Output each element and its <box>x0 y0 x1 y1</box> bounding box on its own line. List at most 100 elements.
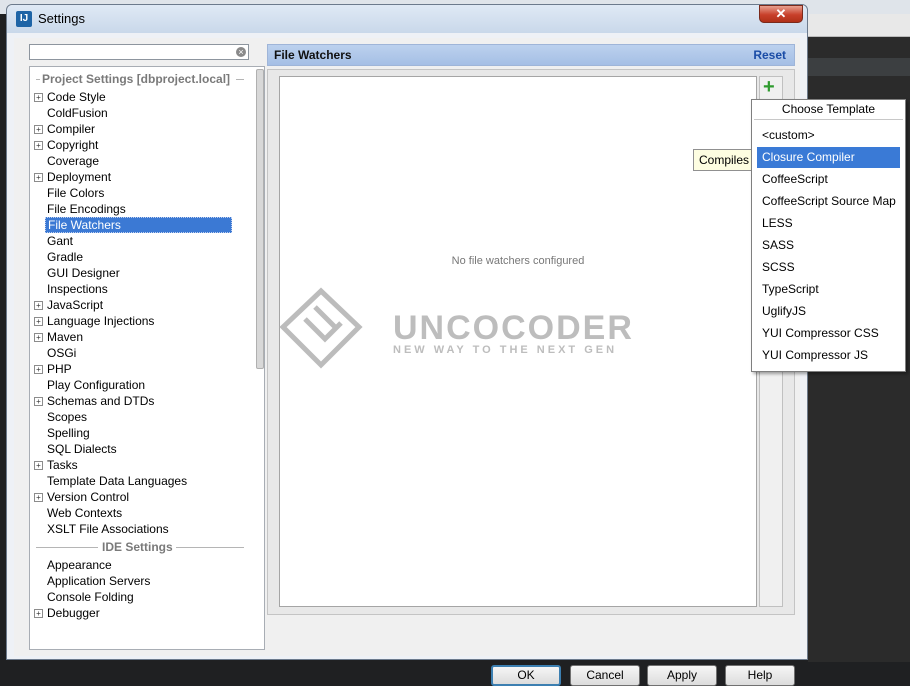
header-rule <box>236 79 244 80</box>
tree-item-spelling[interactable]: Spelling <box>30 425 252 441</box>
expand-plus-icon[interactable]: + <box>34 333 43 342</box>
reset-link[interactable]: Reset <box>753 48 786 62</box>
template-option-coffeescript[interactable]: CoffeeScript <box>757 169 900 190</box>
clear-search-icon[interactable]: × <box>236 47 246 57</box>
tree-item-coldfusion[interactable]: ColdFusion <box>30 105 252 121</box>
tree-item-file-watchers[interactable]: File Watchers <box>30 217 252 233</box>
settings-search-input[interactable]: × <box>29 44 249 60</box>
tree-item-scopes[interactable]: Scopes <box>30 409 252 425</box>
expand-plus-icon[interactable]: + <box>34 397 43 406</box>
expand-plus-icon[interactable]: + <box>34 493 43 502</box>
tree-item-label: GUI Designer <box>47 266 120 280</box>
template-option-yui-compressor-css[interactable]: YUI Compressor CSS <box>757 323 900 344</box>
tree-item-label: Copyright <box>47 138 99 152</box>
uncocoder-logo-icon <box>279 287 363 369</box>
template-option-sass[interactable]: SASS <box>757 235 900 256</box>
template-option-closure-compiler[interactable]: Closure Compiler <box>757 147 900 168</box>
tree-item-maven[interactable]: + Maven <box>30 329 252 345</box>
tree-item-copyright[interactable]: + Copyright <box>30 137 252 153</box>
header-rule <box>176 547 244 548</box>
tree-item-play-configuration[interactable]: Play Configuration <box>30 377 252 393</box>
background-editor-toolbar <box>808 58 910 76</box>
tree-item-inspections[interactable]: Inspections <box>30 281 252 297</box>
empty-state-text: No file watchers configured <box>451 255 585 267</box>
add-watcher-icon[interactable]: + <box>763 76 775 99</box>
tree-item-template-data-languages[interactable]: Template Data Languages <box>30 473 252 489</box>
template-option-uglifyjs[interactable]: UglifyJS <box>757 301 900 322</box>
tree-item-label: Template Data Languages <box>47 474 188 488</box>
panel-header: File Watchers Reset <box>267 44 795 66</box>
tree-item-web-contexts[interactable]: Web Contexts <box>30 505 252 521</box>
template-option-coffeescript-source-map[interactable]: CoffeeScript Source Map <box>757 191 900 212</box>
expand-plus-icon[interactable]: + <box>34 365 43 374</box>
tree-item-schemas-and-dtds[interactable]: + Schemas and DTDs <box>30 393 252 409</box>
ok-button[interactable]: OK <box>491 665 561 686</box>
tree-item-label: Appearance <box>47 558 112 572</box>
project-settings-header: Project Settings [dbproject.local] <box>36 72 244 86</box>
tree-item-version-control[interactable]: + Version Control <box>30 489 252 505</box>
tree-item-file-colors[interactable]: File Colors <box>30 185 252 201</box>
tree-item-compiler[interactable]: + Compiler <box>30 121 252 137</box>
choose-template-popup: Choose Template <custom> Closure Compiler… <box>751 99 906 372</box>
tree-item-appearance[interactable]: Appearance <box>30 557 252 573</box>
expand-plus-icon[interactable]: + <box>34 141 43 150</box>
template-option-yui-compressor-js[interactable]: YUI Compressor JS <box>757 345 900 366</box>
expand-plus-icon[interactable]: + <box>34 301 43 310</box>
tree-item-label: Console Folding <box>47 590 134 604</box>
panel-title: File Watchers <box>274 48 352 62</box>
cancel-button[interactable]: Cancel <box>570 665 640 686</box>
background-editor-tabbar <box>808 14 910 37</box>
tree-item-label: PHP <box>47 362 72 376</box>
tree-item-console-folding[interactable]: Console Folding <box>30 589 252 605</box>
tree-item-deployment[interactable]: + Deployment <box>30 169 252 185</box>
help-button[interactable]: Help <box>725 665 795 686</box>
expand-plus-icon[interactable]: + <box>34 317 43 326</box>
tree-item-label: Web Contexts <box>47 506 123 520</box>
tree-item-sql-dialects[interactable]: SQL Dialects <box>30 441 252 457</box>
tree-item-language-injections[interactable]: + Language Injections <box>30 313 252 329</box>
tree-item-application-servers[interactable]: Application Servers <box>30 573 252 589</box>
header-rule <box>36 547 98 548</box>
tree-item-gant[interactable]: Gant <box>30 233 252 249</box>
tree-item-file-encodings[interactable]: File Encodings <box>30 201 252 217</box>
tree-item-label: Tasks <box>47 458 78 472</box>
tree-item-debugger[interactable]: + Debugger <box>30 605 252 621</box>
template-option-custom[interactable]: <custom> <box>757 125 900 146</box>
expand-plus-icon[interactable]: + <box>34 461 43 470</box>
template-option-typescript[interactable]: TypeScript <box>757 279 900 300</box>
project-settings-label: Project Settings [dbproject.local] <box>40 72 233 86</box>
uncocoder-watermark: UNCOCODER NEW WAY TO THE NEXT GEN <box>279 287 632 369</box>
tree-item-javascript[interactable]: + JavaScript <box>30 297 252 313</box>
close-button[interactable]: ✕ <box>759 5 803 23</box>
expand-plus-icon[interactable]: + <box>34 125 43 134</box>
expand-plus-icon[interactable]: + <box>34 609 43 618</box>
tree-item-label: SQL Dialects <box>47 442 117 456</box>
tree-item-label: Inspections <box>47 282 108 296</box>
template-option-scss[interactable]: SCSS <box>757 257 900 278</box>
window-title: Settings <box>38 11 85 26</box>
tree-item-label: Scopes <box>47 410 88 424</box>
tree-item-label: File Encodings <box>47 202 126 216</box>
tree-item-gui-designer[interactable]: GUI Designer <box>30 265 252 281</box>
intellij-app-icon: IJ <box>16 11 32 27</box>
tree-item-code-style[interactable]: + Code Style <box>30 89 252 105</box>
title-bar: IJ Settings ✕ <box>7 5 807 33</box>
tree-item-gradle[interactable]: Gradle <box>30 249 252 265</box>
tree-item-osgi[interactable]: OSGi <box>30 345 252 361</box>
template-option-less[interactable]: LESS <box>757 213 900 234</box>
tree-item-label: Maven <box>47 330 84 344</box>
apply-button[interactable]: Apply <box>647 665 717 686</box>
expand-plus-icon[interactable]: + <box>34 173 43 182</box>
tree-item-label: Schemas and DTDs <box>47 394 155 408</box>
tree-item-label: OSGi <box>47 346 77 360</box>
expand-plus-icon[interactable]: + <box>34 93 43 102</box>
tree-item-label: ColdFusion <box>47 106 108 120</box>
watermark-tagline: NEW WAY TO THE NEXT GEN <box>393 344 617 356</box>
tree-item-xslt-file-associations[interactable]: XSLT File Associations <box>30 521 252 537</box>
tree-item-label: File Watchers <box>45 217 232 233</box>
settings-tree: Project Settings [dbproject.local] + Code… <box>29 66 265 650</box>
tree-item-coverage[interactable]: Coverage <box>30 153 252 169</box>
tree-item-tasks[interactable]: + Tasks <box>30 457 252 473</box>
tree-scrollbar[interactable] <box>256 69 264 369</box>
tree-item-php[interactable]: + PHP <box>30 361 252 377</box>
